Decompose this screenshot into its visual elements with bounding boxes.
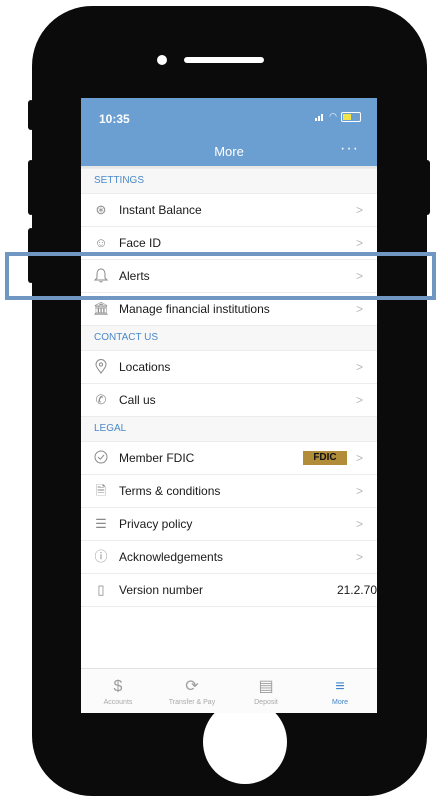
row-instant-balance[interactable]: ⊛ Instant Balance > [81, 193, 377, 226]
chevron-right-icon: > [355, 517, 363, 531]
tab-label: Transfer & Pay [168, 699, 216, 706]
chevron-right-icon: > [355, 393, 363, 407]
chevron-right-icon: > [355, 451, 363, 465]
version-value: 21.2.70 [336, 583, 377, 597]
chevron-right-icon: > [355, 203, 363, 217]
front-camera [157, 55, 167, 65]
volume-up-button [28, 160, 34, 215]
notes-icon: ☰ [95, 516, 107, 531]
row-privacy-policy[interactable]: ☰ Privacy policy > [81, 507, 377, 540]
chevron-right-icon: > [355, 360, 363, 374]
row-label: Version number [119, 583, 204, 597]
document-icon: 🗎 [95, 483, 107, 498]
fdic-logo: FDIC [303, 451, 347, 465]
tab-more[interactable]: ≡ More [303, 669, 377, 713]
bank-icon: 🏛 [93, 301, 110, 316]
chevron-right-icon: > [355, 236, 363, 250]
battery-icon [341, 111, 361, 122]
status-time: 10:35 [99, 112, 130, 126]
more-options-icon[interactable]: ··· [340, 140, 359, 158]
row-label: Acknowledgements [119, 550, 224, 564]
transfer-icon: ⟳ [185, 678, 199, 695]
row-label: Manage financial institutions [119, 302, 270, 316]
navigation-bar: More ··· [81, 136, 377, 166]
tab-transfer-pay[interactable]: ⟳ Transfer & Pay [155, 669, 229, 713]
settings-list: SETTINGS ⊛ Instant Balance > ☺ Face ID >… [81, 168, 377, 607]
tab-accounts[interactable]: $ Accounts [81, 669, 155, 713]
wifi-icon: ◠ [329, 111, 337, 121]
status-icons: ◠ [315, 111, 361, 122]
power-button [424, 160, 430, 215]
row-label: Locations [119, 360, 171, 374]
row-label: Face ID [119, 236, 162, 250]
device-icon: ▯ [97, 582, 105, 597]
page-title: More [214, 144, 244, 159]
row-label: Terms & conditions [119, 484, 221, 498]
earpiece-speaker [184, 57, 264, 63]
tab-label: Deposit [254, 699, 278, 706]
section-header-legal: LEGAL [81, 416, 377, 441]
chevron-right-icon: > [355, 550, 363, 564]
instant-balance-icon: ⊛ [95, 202, 107, 217]
phone-icon: ✆ [95, 392, 107, 407]
row-label: Call us [119, 393, 156, 407]
row-call-us[interactable]: ✆ Call us > [81, 383, 377, 416]
section-header-contact-us: CONTACT US [81, 325, 377, 350]
row-label: Member FDIC [119, 451, 195, 465]
section-header-settings: SETTINGS [81, 168, 377, 193]
face-id-icon: ☺ [94, 235, 108, 250]
tab-label: More [332, 699, 348, 706]
row-locations[interactable]: Locations > [81, 350, 377, 383]
row-label: Privacy policy [119, 517, 193, 531]
signal-icon [315, 113, 325, 121]
row-label: Instant Balance [119, 203, 202, 217]
row-member-fdic[interactable]: Member FDIC FDIC > [81, 441, 377, 474]
status-bar: 10:35 ◠ [81, 98, 377, 136]
check-deposit-icon: ▤ [258, 678, 274, 695]
row-terms-conditions[interactable]: 🗎 Terms & conditions > [81, 474, 377, 507]
row-version-number: ▯ Version number 21.2.70 [81, 573, 377, 607]
row-acknowledgements[interactable]: ⓘ Acknowledgements > [81, 540, 377, 573]
chevron-right-icon: > [355, 302, 363, 316]
shield-check-icon [93, 450, 109, 466]
alerts-highlight-box [5, 252, 436, 300]
tab-bar: $ Accounts ⟳ Transfer & Pay ▤ Deposit ≡ … [81, 668, 377, 713]
mute-switch [28, 100, 34, 130]
info-icon: ⓘ [94, 549, 108, 564]
dollar-icon: $ [113, 678, 123, 695]
hamburger-icon: ≡ [335, 678, 345, 695]
tab-label: Accounts [103, 699, 133, 706]
map-pin-icon [93, 359, 109, 375]
app-screen: 10:35 ◠ More ··· SETTINGS ⊛ Instant Bala… [81, 98, 377, 713]
tab-deposit[interactable]: ▤ Deposit [229, 669, 303, 713]
chevron-right-icon: > [355, 484, 363, 498]
